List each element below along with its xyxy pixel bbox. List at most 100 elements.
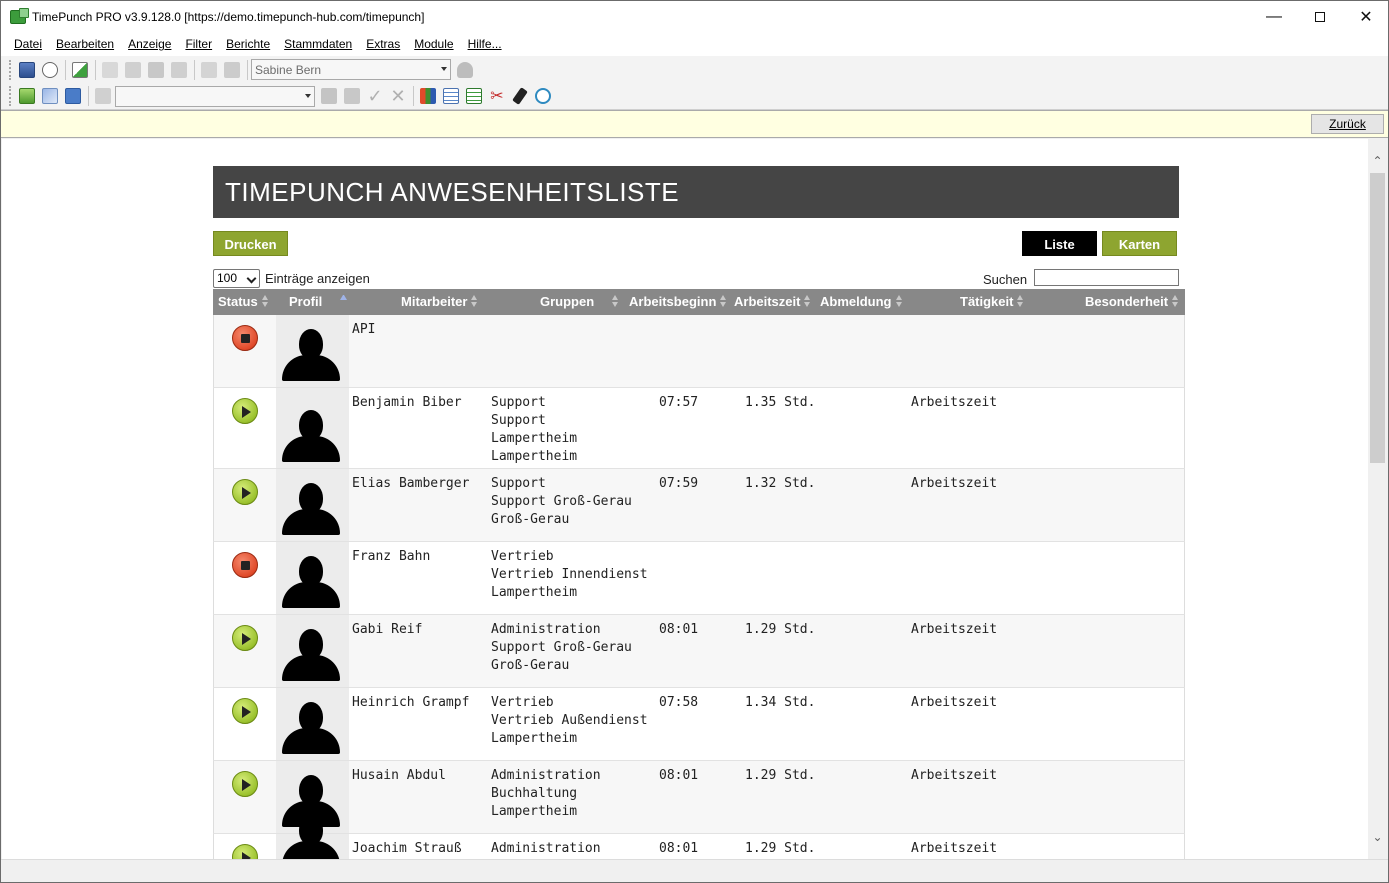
groups-cell: Administration [491, 834, 601, 859]
toolbar-grip [9, 86, 12, 106]
column-gruppen[interactable]: Gruppen [540, 289, 619, 315]
sort-icon [471, 295, 478, 307]
employee-name: Gabi Reif [352, 622, 423, 637]
copy-icon[interactable] [122, 59, 144, 81]
play-status-icon[interactable] [232, 479, 258, 505]
vertical-scrollbar[interactable]: ⌃ ⌄ [1368, 139, 1387, 859]
menu-extras[interactable]: Extras [359, 33, 407, 55]
check-icon[interactable]: ✓ [364, 85, 386, 107]
table-row[interactable]: Heinrich Grampf Vertrieb Vertrieb Außendie… [213, 688, 1185, 761]
menu-anzeige[interactable]: Anzeige [121, 33, 178, 55]
table-row[interactable]: Benjamin Biber Support Support Lampertheim L… [213, 388, 1185, 469]
sync-clock-icon[interactable] [532, 85, 554, 107]
column-arbeitsbeginn[interactable]: Arbeitsbeginn [629, 289, 727, 315]
scissors-icon[interactable]: ✂ [486, 85, 508, 107]
search-input[interactable] [1034, 269, 1179, 286]
column-abmeldung[interactable]: Abmeldung [820, 289, 903, 315]
menu-stammdaten[interactable]: Stammdaten [277, 33, 359, 55]
entries-per-page-select[interactable]: 100 [213, 269, 260, 288]
group-item: Lampertheim [491, 431, 578, 446]
delete-icon[interactable] [168, 59, 190, 81]
stop-status-icon[interactable] [232, 552, 258, 578]
table-icon[interactable] [440, 85, 462, 107]
scroll-up-icon[interactable]: ⌃ [1368, 151, 1387, 171]
start-time: 07:58 [659, 695, 699, 710]
activity: Arbeitszeit [911, 476, 998, 491]
stop-status-icon[interactable] [232, 325, 258, 351]
paste-icon[interactable] [145, 59, 167, 81]
eraser-icon[interactable] [39, 85, 61, 107]
play-status-icon[interactable] [232, 771, 258, 797]
calendar-icon[interactable] [62, 85, 84, 107]
print-icon[interactable] [16, 59, 38, 81]
menu-module[interactable]: Module [407, 33, 460, 55]
chevron-down-icon [246, 273, 257, 284]
menu-filter[interactable]: Filter [178, 33, 219, 55]
menu-berichte[interactable]: Berichte [219, 33, 277, 55]
employee-name: Joachim Strauß [352, 841, 462, 856]
column-status[interactable]: Status [218, 289, 269, 315]
save-copy-icon[interactable] [341, 85, 363, 107]
close-button[interactable]: ✕ [1343, 1, 1388, 32]
users-icon[interactable] [454, 59, 476, 81]
sort-icon [895, 295, 903, 307]
money-icon[interactable] [16, 85, 38, 107]
print-button[interactable]: Drucken [213, 231, 288, 256]
toolbar-separator [65, 59, 66, 80]
print-preview-icon[interactable] [39, 59, 61, 81]
scrollbar-thumb[interactable] [1370, 173, 1385, 463]
column-taetigkeit[interactable]: Tätigkeit [960, 289, 1024, 315]
column-besonderheit-label: Besonderheit [1085, 294, 1169, 309]
status-bar [1, 859, 1388, 882]
profile-cell [276, 542, 349, 614]
group-item: Support Groß-Gerau [491, 494, 632, 509]
record-select[interactable] [115, 85, 315, 107]
cut-icon[interactable] [99, 59, 121, 81]
table-row[interactable]: Gabi Reif Administration Support Groß-Gera… [213, 615, 1185, 688]
column-mitarbeiter[interactable]: Mitarbeiter [401, 289, 478, 315]
column-arbeitszeit[interactable]: Arbeitszeit [734, 289, 811, 315]
scroll-down-icon[interactable]: ⌄ [1368, 827, 1387, 847]
work-time: 1.29 Std. [745, 768, 816, 783]
cancel-icon[interactable]: ✕ [387, 85, 409, 107]
group-item: Support [491, 413, 546, 428]
play-status-icon[interactable] [232, 844, 258, 859]
group-item: Vertrieb Außendienst [491, 713, 648, 728]
back-button[interactable]: Zurück [1311, 114, 1384, 134]
user-select-value: Sabine Bern [255, 62, 322, 77]
menu-bearbeiten[interactable]: Bearbeiten [49, 33, 121, 55]
play-status-icon[interactable] [232, 625, 258, 651]
maximize-button[interactable] [1297, 1, 1343, 32]
play-status-icon[interactable] [232, 398, 258, 424]
spreadsheet-icon[interactable] [463, 85, 485, 107]
table-row[interactable]: Franz Bahn Vertrieb Vertrieb Innendienst La… [213, 542, 1185, 615]
table-row[interactable]: Husain Abdul Administration Buchhaltung Lam… [213, 761, 1185, 834]
column-profil-label: Profil [289, 294, 323, 309]
export-icon[interactable] [69, 59, 91, 81]
column-arbeitszeit-label: Arbeitszeit [734, 294, 801, 309]
column-profil[interactable]: Profil [289, 289, 348, 315]
title-bar: TimePunch PRO v3.9.128.0 [https://demo.t… [1, 1, 1388, 32]
bar-chart-icon[interactable] [417, 85, 439, 107]
toolbar-separator [95, 59, 96, 80]
document-icon[interactable] [92, 85, 114, 107]
avatar-icon [282, 483, 340, 535]
edit-record-icon[interactable] [221, 59, 243, 81]
list-view-button[interactable]: Liste [1022, 231, 1097, 256]
table-row[interactable]: Elias Bamberger Support Support Groß-Gerau… [213, 469, 1185, 542]
usb-stick-icon[interactable] [509, 85, 531, 107]
profile-cell [276, 688, 349, 760]
maximize-icon [1315, 11, 1325, 22]
menu-datei[interactable]: Datei [7, 33, 49, 55]
work-time: 1.29 Std. [745, 841, 816, 856]
minimize-button[interactable]: — [1251, 1, 1297, 32]
column-besonderheit[interactable]: Besonderheit [1085, 289, 1179, 315]
table-row[interactable]: API [213, 315, 1185, 388]
cards-view-button[interactable]: Karten [1102, 231, 1177, 256]
table-row[interactable]: Joachim Strauß Administration 08:01 1.29 St… [213, 815, 1185, 859]
user-select[interactable]: Sabine Bern [251, 59, 451, 80]
save-icon[interactable] [318, 85, 340, 107]
play-status-icon[interactable] [232, 698, 258, 724]
menu-hilfe[interactable]: Hilfe... [461, 33, 509, 55]
new-record-icon[interactable] [198, 59, 220, 81]
